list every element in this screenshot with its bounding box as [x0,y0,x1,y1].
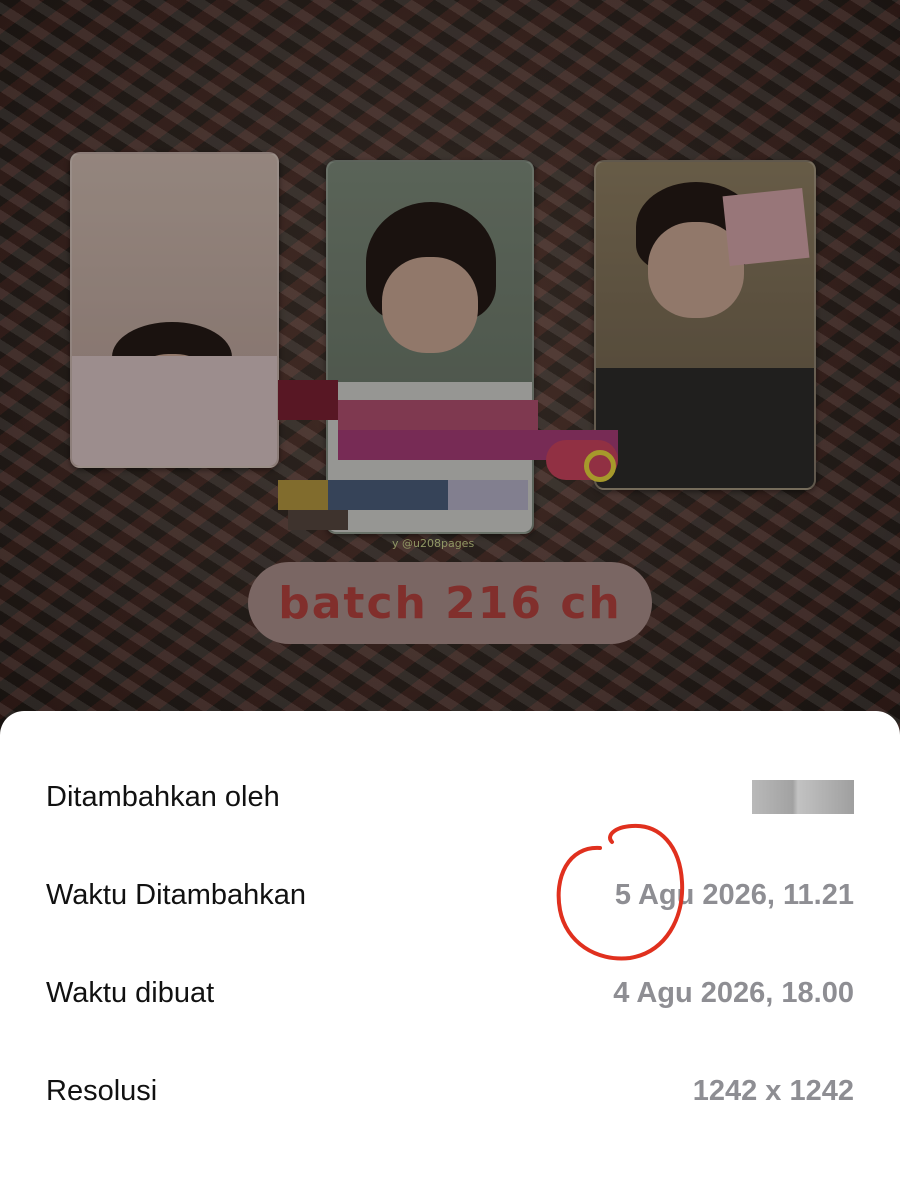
photo-preview[interactable]: y @u208pages batch 216 ch [0,0,900,740]
resolution-label: Resolusi [46,1074,158,1107]
info-row-resolution: Resolusi 1242 x 1242 [46,1061,854,1121]
created-time-value: 4 Agu 2026, 18.00 [613,976,854,1009]
info-row-added-by: Ditambahkan oleh [46,767,854,827]
info-row-added-time: Waktu Ditambahkan 5 Agu 2026, 11.21 [46,865,854,925]
added-time-label: Waktu Ditambahkan [46,878,307,911]
info-row-created-time: Waktu dibuat 4 Agu 2026, 18.00 [46,963,854,1023]
added-time-value: 5 Agu 2026, 11.21 [614,878,854,911]
added-by-label: Ditambahkan oleh [46,780,280,813]
photo-dim-overlay [0,0,900,740]
redacted-username [752,780,854,814]
created-time-label: Waktu dibuat [46,976,215,1009]
resolution-value: 1242 x 1242 [692,1074,854,1107]
